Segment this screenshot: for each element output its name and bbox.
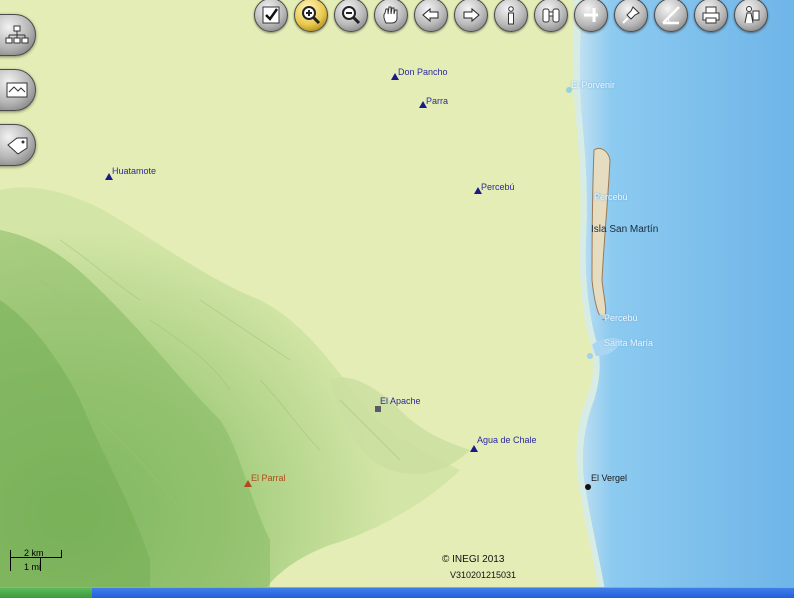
scale-km-label: 2 km bbox=[24, 548, 44, 558]
label-el-apache: El Apache bbox=[380, 396, 421, 406]
binoculars-icon bbox=[542, 8, 560, 23]
pin-icon bbox=[622, 6, 640, 24]
check-button[interactable] bbox=[254, 0, 288, 32]
angle-tool-icon bbox=[662, 6, 680, 25]
help-button[interactable] bbox=[734, 0, 768, 32]
pan-button[interactable] bbox=[374, 0, 408, 32]
label-percebu-north: Percebú bbox=[594, 192, 628, 202]
label-huatamote: Huatamote bbox=[112, 166, 157, 176]
label-parra: Parra bbox=[426, 96, 449, 106]
forward-arrow-icon bbox=[463, 7, 480, 23]
pan-hand-icon bbox=[383, 6, 398, 24]
info-icon bbox=[508, 6, 514, 25]
zoom-in-icon bbox=[302, 6, 321, 25]
zoom-out-button[interactable] bbox=[334, 0, 368, 32]
version-text: V310201215031 bbox=[450, 570, 517, 580]
label-el-porvenir: El Porvenir bbox=[571, 80, 616, 90]
back-arrow-icon bbox=[422, 7, 439, 23]
print-button[interactable] bbox=[694, 0, 728, 32]
taskbar bbox=[0, 587, 794, 598]
marker-agua-de-chale[interactable] bbox=[470, 445, 478, 452]
label-don-pancho: Don Pancho bbox=[398, 67, 448, 77]
forward-button[interactable] bbox=[454, 0, 488, 32]
map-layers-icon bbox=[6, 82, 28, 98]
print-icon bbox=[702, 6, 720, 24]
pin-button[interactable] bbox=[614, 0, 648, 32]
place-markers bbox=[105, 73, 604, 490]
label-santa-maria: Santa María bbox=[604, 338, 654, 348]
measure-button[interactable] bbox=[574, 0, 608, 32]
zoom-out-icon bbox=[342, 6, 361, 25]
info-button[interactable] bbox=[494, 0, 528, 32]
marker-santa-maria[interactable] bbox=[587, 353, 593, 359]
label-percebu-south: Percebú bbox=[604, 313, 638, 323]
scale-bar: 2 km 1 mi bbox=[10, 547, 66, 579]
tag-icon bbox=[7, 137, 28, 155]
zoom-in-button[interactable] bbox=[294, 0, 328, 32]
label-el-vergel: El Vergel bbox=[591, 473, 628, 483]
back-button[interactable] bbox=[414, 0, 448, 32]
label-isla-san-martin: Isla San Martín bbox=[591, 224, 659, 235]
angle-button[interactable] bbox=[654, 0, 688, 32]
label-agua-de-chale: Agua de Chale bbox=[477, 435, 537, 445]
marker-el-vergel[interactable] bbox=[585, 484, 591, 490]
measure-icon bbox=[584, 8, 598, 22]
marker-el-apache[interactable] bbox=[375, 406, 381, 412]
map-toolbar bbox=[248, 0, 794, 34]
marker-percebu-south[interactable] bbox=[598, 314, 604, 320]
check-icon bbox=[262, 6, 280, 24]
help-person-icon bbox=[744, 6, 760, 24]
label-percebu-inland: Percebú bbox=[481, 182, 515, 192]
hierarchy-icon bbox=[5, 25, 29, 44]
scale-mi-label: 1 mi bbox=[24, 562, 42, 572]
copyright-text: © INEGI 2013 bbox=[442, 554, 505, 565]
map-view[interactable]: Don Pancho Parra Huatamote Percebú El Po… bbox=[0, 0, 794, 597]
label-el-parral: El Parral bbox=[251, 473, 286, 483]
search-button[interactable] bbox=[534, 0, 568, 32]
